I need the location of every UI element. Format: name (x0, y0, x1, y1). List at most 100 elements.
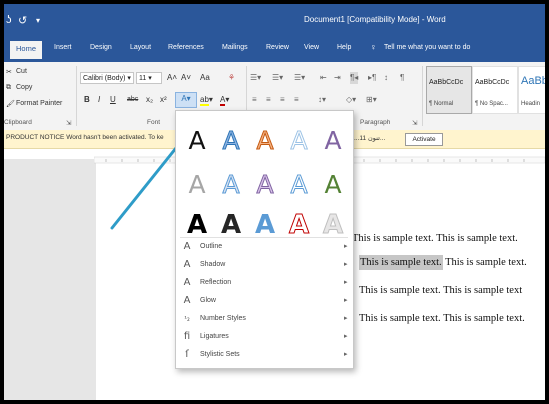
highlight-icon: ab (200, 95, 209, 106)
tab-view[interactable]: View (304, 44, 319, 51)
glow-label: Glow (200, 297, 216, 304)
activate-button[interactable]: Activate (405, 133, 443, 146)
italic-button[interactable]: I (98, 94, 100, 106)
multilevel-list-icon[interactable]: ☰▾ (294, 72, 305, 84)
shrink-font-button[interactable]: A˅ (181, 72, 191, 84)
text-effect-purple-gradient[interactable]: A (324, 126, 341, 155)
text-effect-red-outline[interactable]: A (288, 210, 309, 238)
text-effect-silver-bold[interactable]: A (322, 210, 343, 238)
bold-button[interactable]: B (84, 94, 90, 106)
paragraph-launcher-icon[interactable]: ⇲ (412, 119, 417, 127)
borders-icon[interactable]: ⊞▾ (366, 94, 377, 106)
text-effect-green-fill[interactable]: A (324, 170, 341, 199)
chevron-right-icon: ▸ (344, 351, 348, 358)
document-line-2[interactable]: This is sample text. This is sample text… (359, 255, 527, 270)
highlight-button[interactable]: ab▾ (200, 94, 213, 106)
text-effect-lavender-outline[interactable]: A (256, 170, 274, 200)
format-painter-button[interactable]: Format Painter (16, 100, 62, 107)
tab-references[interactable]: References (168, 44, 204, 51)
strikethrough-button[interactable]: abc (127, 94, 138, 106)
text-effect-grey-outline[interactable]: A (290, 126, 308, 156)
style-no-spacing[interactable]: AaBbCcDc ¶ No Spac... (472, 66, 518, 114)
sort-icon[interactable]: ↕ (384, 72, 388, 84)
menu-stylistic-sets[interactable]: ſ Stylistic Sets ▸ (176, 347, 353, 365)
show-marks-button[interactable]: ¶ (400, 72, 404, 84)
font-size-dropdown[interactable]: 11 ▾ (136, 72, 162, 84)
justify-icon[interactable]: ≡ (294, 94, 299, 106)
style-heading[interactable]: AaBb Headin (518, 66, 545, 114)
change-case-button[interactable]: Aa (200, 72, 210, 84)
undo-icon[interactable]: ↺ (18, 14, 27, 27)
document-line-1[interactable]: This is sample text. This is sample text… (352, 233, 518, 244)
line-spacing-icon[interactable]: ↕▾ (318, 94, 326, 106)
style-normal-sample: AaBbCcDc (429, 79, 464, 86)
text-effects-button[interactable]: A▾ (175, 92, 197, 108)
tab-design[interactable]: Design (90, 44, 112, 51)
tab-insert[interactable]: Insert (54, 44, 72, 51)
text-effect-grey-shadow[interactable]: A (188, 170, 205, 199)
rtl-icon[interactable]: ¶◂ (350, 72, 359, 84)
tab-mailings[interactable]: Mailings (222, 44, 248, 51)
menu-outline[interactable]: A Outline ▸ (176, 239, 353, 257)
ribbon-tabs: Home Insert Design Layout References Mai… (4, 38, 545, 62)
chevron-right-icon: ▸ (344, 243, 348, 250)
shadow-label: Shadow (200, 261, 226, 268)
text-effects-icon: A (181, 94, 187, 103)
lightbulb-icon: ♀ (370, 42, 377, 52)
reflection-label: Reflection (200, 279, 232, 286)
tab-layout[interactable]: Layout (130, 44, 151, 51)
menu-shadow[interactable]: A Shadow ▸ (176, 257, 353, 275)
text-effect-blue-outline[interactable]: A (222, 126, 240, 156)
format-painter-icon: 🖌 (6, 101, 15, 108)
cut-icon: ✂ (6, 69, 12, 76)
menu-reflection[interactable]: A Reflection ▸ (176, 275, 353, 293)
shading-icon[interactable]: ◇▾ (346, 94, 356, 106)
numbering-icon[interactable]: ☰▾ (272, 72, 283, 84)
glow-icon: A (183, 295, 191, 306)
chevron-right-icon: ▸ (344, 333, 348, 340)
underline-button[interactable]: U (110, 94, 116, 106)
ligatures-icon: fi (183, 331, 191, 342)
save-icon[interactable]: ʖ (6, 14, 12, 26)
align-right-icon[interactable]: ≡ (280, 94, 285, 106)
clear-formatting-button[interactable]: ⚘ (228, 72, 235, 84)
notice-right-text: ...تنون 11... (354, 135, 386, 142)
grow-font-button[interactable]: A˄ (167, 72, 177, 84)
chevron-right-icon: ▸ (344, 297, 348, 304)
font-color-button[interactable]: A▾ (220, 94, 229, 106)
ltr-icon[interactable]: ▸¶ (368, 72, 376, 84)
clipboard-launcher-icon[interactable]: ⇲ (66, 119, 71, 127)
text-effect-blue-reflect[interactable]: A (222, 170, 240, 200)
document-line-4[interactable]: This is sample text. This is sample text… (359, 313, 525, 324)
tab-review[interactable]: Review (266, 44, 289, 51)
decrease-indent-icon[interactable]: ⇤ (320, 72, 327, 84)
text-effect-black-bold[interactable]: A (187, 210, 207, 237)
text-effect-dark-bold[interactable]: A (221, 210, 241, 237)
bullets-icon[interactable]: ☰▾ (250, 72, 261, 84)
text-effect-light-blue-outline[interactable]: A (290, 170, 308, 200)
menu-ligatures[interactable]: fi Ligatures ▸ (176, 329, 353, 347)
tab-home[interactable]: Home (10, 41, 43, 59)
align-left-icon[interactable]: ≡ (252, 94, 257, 106)
font-name-dropdown[interactable]: Calibri (Body) ▾ (80, 72, 134, 84)
document-line-3[interactable]: This is sample text. This is sample text (359, 285, 522, 296)
menu-number-styles[interactable]: ¹₂ Number Styles ▸ (176, 311, 353, 329)
customize-qat-icon[interactable]: ▾ (36, 16, 40, 25)
tab-help[interactable]: Help (337, 44, 351, 51)
selected-text: This is sample text. (359, 255, 443, 270)
menu-glow[interactable]: A Glow ▸ (176, 293, 353, 311)
text-effect-black-plain[interactable]: A (188, 126, 205, 155)
text-effect-orange-outline[interactable]: A (256, 126, 274, 156)
copy-button[interactable]: Copy (16, 84, 32, 91)
increase-indent-icon[interactable]: ⇥ (334, 72, 341, 84)
subscript-button[interactable]: x₂ (146, 94, 153, 106)
style-no-spacing-sample: AaBbCcDc (475, 79, 510, 86)
align-center-icon[interactable]: ≡ (266, 94, 271, 106)
cut-button[interactable]: Cut (16, 68, 27, 75)
style-normal[interactable]: AaBbCcDc ¶ Normal (426, 66, 472, 114)
style-heading-sample: AaBb (521, 75, 545, 87)
tell-me-search[interactable]: Tell me what you want to do (384, 44, 470, 51)
text-effect-teal-bold[interactable]: A (255, 210, 275, 237)
superscript-button[interactable]: x² (160, 94, 167, 106)
outline-label: Outline (200, 243, 223, 250)
